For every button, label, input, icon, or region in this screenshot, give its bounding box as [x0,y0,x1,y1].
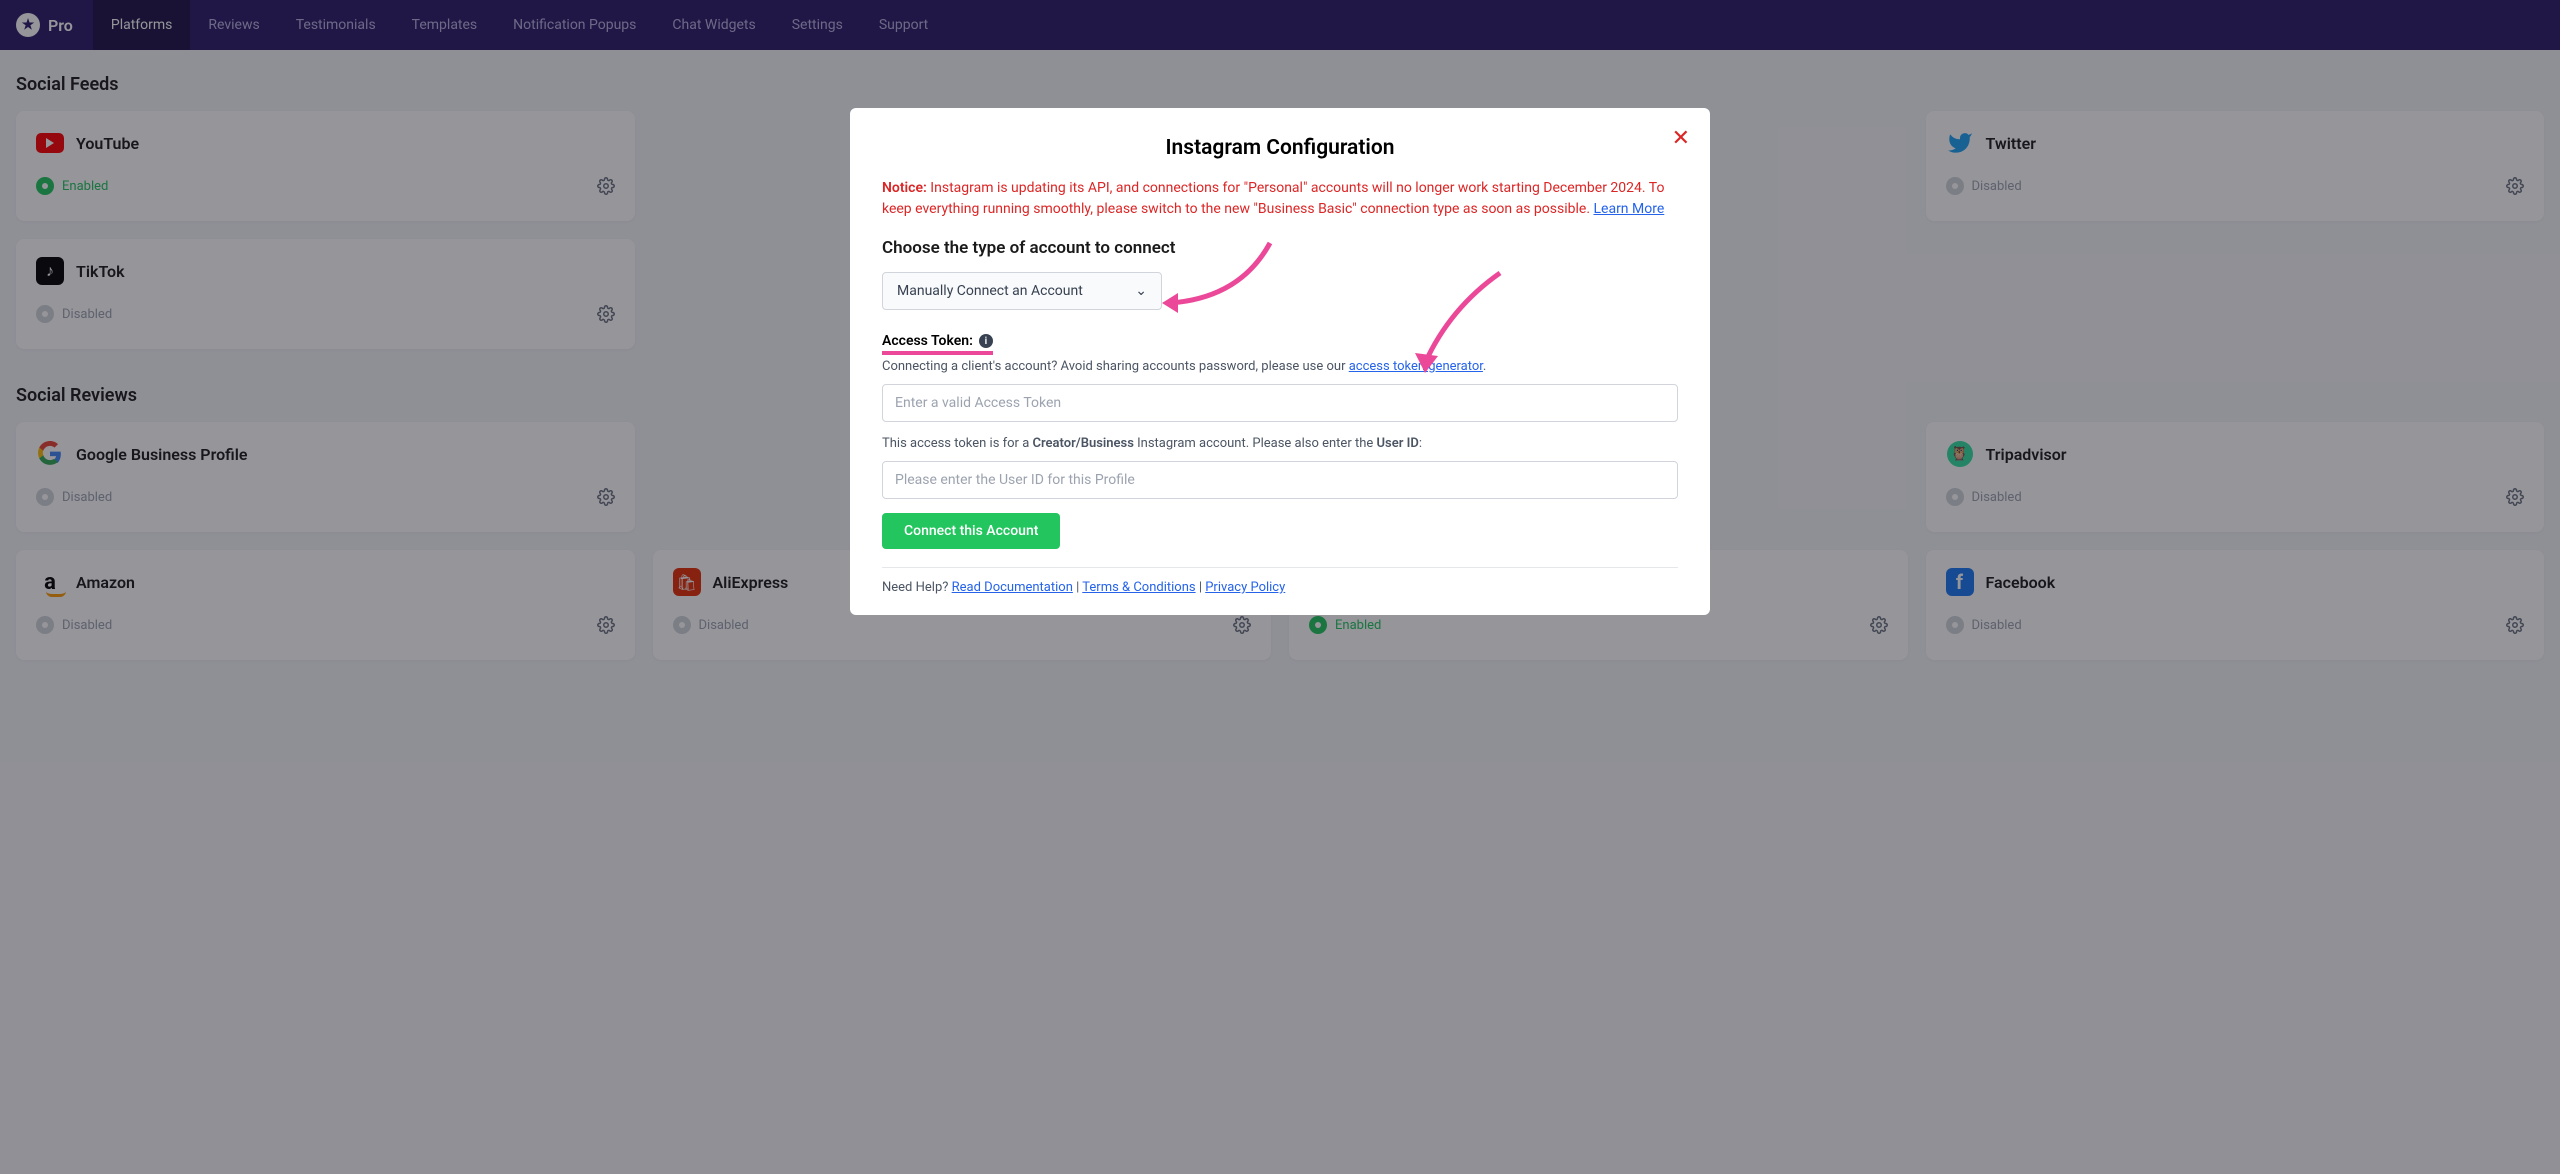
learn-more-link[interactable]: Learn More [1593,201,1664,217]
modal-title: Instagram Configuration [882,136,1678,160]
token-generator-link[interactable]: access token generator [1349,359,1483,374]
account-type-select[interactable]: Manually Connect an Account ⌄ [882,272,1162,310]
chevron-down-icon: ⌄ [1135,283,1147,299]
read-docs-link[interactable]: Read Documentation [952,580,1073,595]
token-helper-text: Connecting a client's account? Avoid sha… [882,359,1678,374]
close-icon[interactable]: ✕ [1672,126,1690,151]
user-id-input[interactable] [882,461,1678,499]
instagram-config-modal: ✕ Instagram Configuration Notice: Instag… [850,108,1710,615]
notice-text: Notice: Instagram is updating its API, a… [882,178,1678,220]
choose-account-heading: Choose the type of account to connect [882,238,1678,258]
modal-overlay[interactable]: ✕ Instagram Configuration Notice: Instag… [0,0,2560,1174]
info-icon[interactable]: i [979,334,993,348]
connect-account-button[interactable]: Connect this Account [882,513,1060,549]
access-token-label: Access Token: i [882,333,993,355]
userid-note: This access token is for a Creator/Busin… [882,436,1678,451]
select-value: Manually Connect an Account [897,283,1083,299]
terms-link[interactable]: Terms & Conditions [1082,580,1195,595]
privacy-link[interactable]: Privacy Policy [1205,580,1285,595]
access-token-input[interactable] [882,384,1678,422]
footer-help: Need Help? Read Documentation | Terms & … [882,580,1678,595]
